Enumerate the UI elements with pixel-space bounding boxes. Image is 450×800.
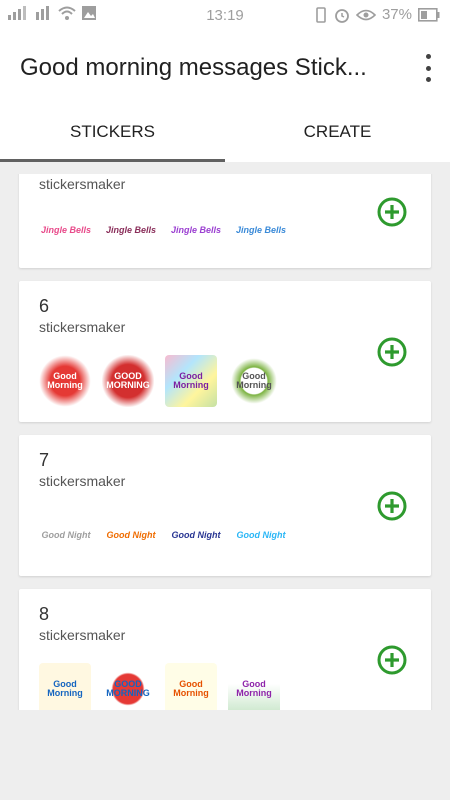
pack-number: 8 <box>39 604 50 624</box>
sticker-preview: Good Morning <box>165 355 217 407</box>
tab-stickers[interactable]: STICKERS <box>0 102 225 162</box>
add-pack-icon[interactable] <box>377 645 407 675</box>
sticker-preview: Good Morning <box>39 663 91 710</box>
pack-number: 7 <box>39 450 50 470</box>
pack-publisher: stickersmaker <box>39 319 126 335</box>
alarm-icon <box>335 8 349 23</box>
tab-bar: STICKERS CREATE <box>0 102 450 162</box>
sticker-preview: Good Morning <box>228 663 280 710</box>
sticker-preview-row: Good Morning GOOD MORNING Good Morning G… <box>39 663 280 710</box>
pack-publisher: stickersmaker <box>39 627 126 643</box>
sticker-pack-card[interactable]: 7 stickersmaker Good Night Good Night Go… <box>19 435 431 576</box>
sticker-pack-card[interactable]: stickersmaker Jingle Bells Jingle Bells … <box>19 174 431 268</box>
app-title: Good morning messages Stick... <box>20 54 367 81</box>
pack-publisher: stickersmaker <box>39 176 126 192</box>
app-bar: Good morning messages Stick... <box>0 32 450 102</box>
sticker-preview: Good Morning <box>39 355 91 407</box>
add-pack-icon[interactable] <box>377 337 407 367</box>
sticker-preview: Jingle Bells <box>105 225 157 235</box>
sticker-pack-card[interactable]: 8 stickersmaker Good Morning GOOD MORNIN… <box>19 589 431 710</box>
status-bar: 13:19 37% <box>0 0 450 32</box>
more-options-icon[interactable] <box>418 54 438 82</box>
sticker-pack-list[interactable]: stickersmaker Jingle Bells Jingle Bells … <box>0 174 450 710</box>
status-right-icons: 37% <box>314 6 440 23</box>
pack-number: 6 <box>39 296 50 316</box>
sticker-preview: Good Night <box>171 530 221 540</box>
add-pack-icon[interactable] <box>377 491 407 521</box>
sticker-preview: Jingle Bells <box>170 225 222 235</box>
sticker-preview: Good Night <box>236 530 286 540</box>
pack-publisher: stickersmaker <box>39 473 126 489</box>
vibrate-icon <box>316 6 326 23</box>
sticker-preview-row: Good Morning GOOD MORNING Good Morning G… <box>39 355 280 407</box>
sticker-pack-card[interactable]: 6 stickersmaker Good Morning GOOD MORNIN… <box>19 281 431 422</box>
sticker-preview: Good Night <box>106 530 156 540</box>
eye-icon <box>355 9 376 20</box>
sticker-preview: GOOD MORNING <box>102 355 154 407</box>
sticker-preview: Good Morning <box>228 355 280 407</box>
add-pack-icon[interactable] <box>377 197 407 227</box>
battery-icon <box>418 7 440 22</box>
sticker-preview: Good Night <box>41 530 91 540</box>
battery-percent: 37% <box>381 6 412 23</box>
sticker-preview-row: Jingle Bells Jingle Bells Jingle Bells J… <box>39 204 288 256</box>
sticker-preview-row: Good Night Good Night Good Night Good Ni… <box>39 509 288 561</box>
tab-create[interactable]: CREATE <box>225 102 450 162</box>
sticker-preview: GOOD MORNING <box>102 663 154 710</box>
sticker-preview: Jingle Bells <box>40 225 92 235</box>
sticker-preview: Jingle Bells <box>235 225 287 235</box>
sticker-preview: Good Morning <box>165 663 217 710</box>
